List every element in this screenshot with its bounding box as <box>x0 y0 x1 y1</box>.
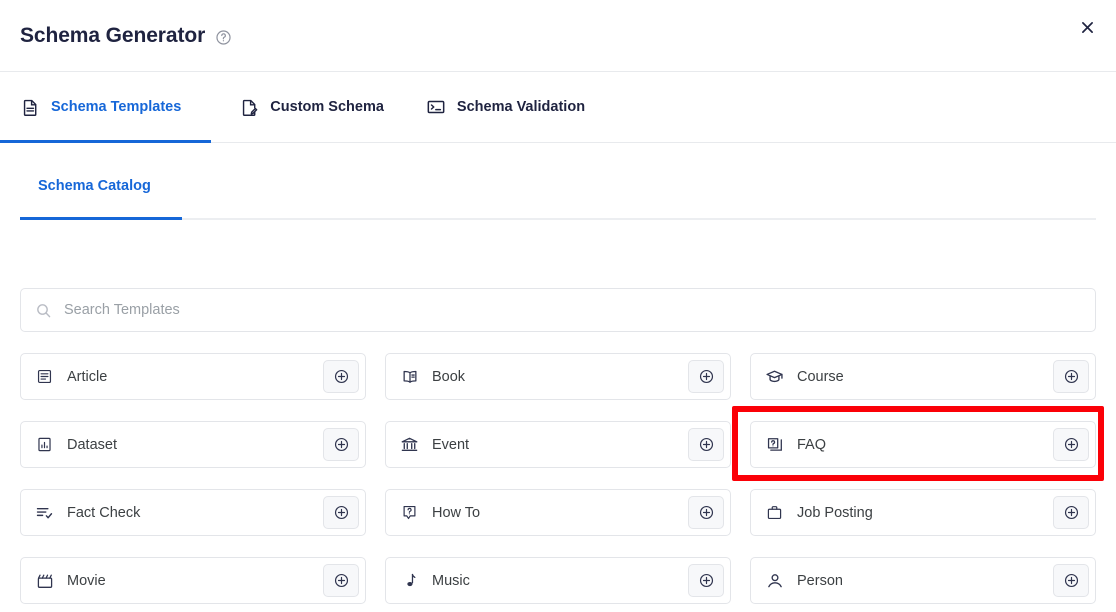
subtab-schema-catalog[interactable]: Schema Catalog <box>20 164 169 194</box>
tab-schema-templates[interactable]: Schema Templates <box>20 72 181 142</box>
main-tabs: Schema Templates Custom Schema Schema Va… <box>0 72 1116 143</box>
plus-circle-icon[interactable] <box>688 564 724 597</box>
faq-icon <box>765 435 784 454</box>
tab-label: Schema Validation <box>456 99 586 115</box>
help-circle-icon[interactable] <box>215 29 232 46</box>
template-grid: Article Book Course Dataset Event FAQ Fa… <box>20 353 1096 604</box>
plus-circle-icon[interactable] <box>1053 428 1089 461</box>
template-label: FAQ <box>797 436 827 453</box>
template-card-fact-check[interactable]: Fact Check <box>20 489 366 536</box>
header-title-wrap: Schema Generator <box>20 24 232 48</box>
tab-label: Schema Templates <box>51 99 182 115</box>
book-icon <box>400 367 419 386</box>
template-card-how-to[interactable]: How To <box>385 489 731 536</box>
plus-circle-icon[interactable] <box>1053 564 1089 597</box>
close-icon[interactable] <box>1072 12 1102 42</box>
page-title: Schema Generator <box>20 24 206 47</box>
plus-circle-icon[interactable] <box>323 564 359 597</box>
graduation-cap-icon <box>765 367 784 386</box>
search-icon <box>35 302 52 319</box>
template-label: Job Posting <box>797 504 873 521</box>
clapperboard-icon <box>35 571 54 590</box>
plus-circle-icon[interactable] <box>1053 360 1089 393</box>
article-icon <box>35 367 54 386</box>
template-label: Course <box>797 368 844 385</box>
active-subtab-indicator <box>20 217 182 220</box>
schema-generator-dialog: Schema Generator Schema Templates Custom… <box>0 0 1116 612</box>
sub-tabs: Schema Catalog <box>0 164 1116 228</box>
question-box-icon <box>400 503 419 522</box>
briefcase-icon <box>765 503 784 522</box>
plus-circle-icon[interactable] <box>688 360 724 393</box>
template-label: Person <box>797 572 843 589</box>
chart-box-icon <box>35 435 54 454</box>
music-note-icon <box>400 571 419 590</box>
search-box[interactable] <box>20 288 1096 332</box>
template-label: Article <box>67 368 108 385</box>
template-card-dataset[interactable]: Dataset <box>20 421 366 468</box>
person-icon <box>765 571 784 590</box>
tab-schema-validation[interactable]: Schema Validation <box>426 72 585 142</box>
template-card-course[interactable]: Course <box>750 353 1096 400</box>
tab-custom-schema[interactable]: Custom Schema <box>239 72 384 142</box>
document-icon <box>20 97 40 117</box>
plus-circle-icon[interactable] <box>323 360 359 393</box>
template-card-music[interactable]: Music <box>385 557 731 604</box>
plus-circle-icon[interactable] <box>688 428 724 461</box>
template-card-article[interactable]: Article <box>20 353 366 400</box>
template-card-faq[interactable]: FAQ <box>750 421 1096 468</box>
search-input[interactable] <box>64 289 1081 331</box>
dialog-header: Schema Generator <box>0 0 1116 72</box>
template-label: Music <box>432 572 470 589</box>
template-label: Movie <box>67 572 106 589</box>
plus-circle-icon[interactable] <box>323 496 359 529</box>
template-label: Event <box>432 436 470 453</box>
active-tab-indicator <box>0 140 211 143</box>
list-check-icon <box>35 503 54 522</box>
tab-label: Custom Schema <box>270 99 384 115</box>
landmark-icon <box>400 435 419 454</box>
template-card-event[interactable]: Event <box>385 421 731 468</box>
template-label: Book <box>432 368 466 385</box>
terminal-icon <box>426 97 446 117</box>
plus-circle-icon[interactable] <box>323 428 359 461</box>
template-label: Dataset <box>67 436 117 453</box>
template-label: Fact Check <box>67 504 141 521</box>
template-card-movie[interactable]: Movie <box>20 557 366 604</box>
document-edit-icon <box>239 97 259 117</box>
plus-circle-icon[interactable] <box>688 496 724 529</box>
plus-circle-icon[interactable] <box>1053 496 1089 529</box>
template-label: How To <box>432 504 481 521</box>
template-card-person[interactable]: Person <box>750 557 1096 604</box>
template-card-job-posting[interactable]: Job Posting <box>750 489 1096 536</box>
template-card-book[interactable]: Book <box>385 353 731 400</box>
